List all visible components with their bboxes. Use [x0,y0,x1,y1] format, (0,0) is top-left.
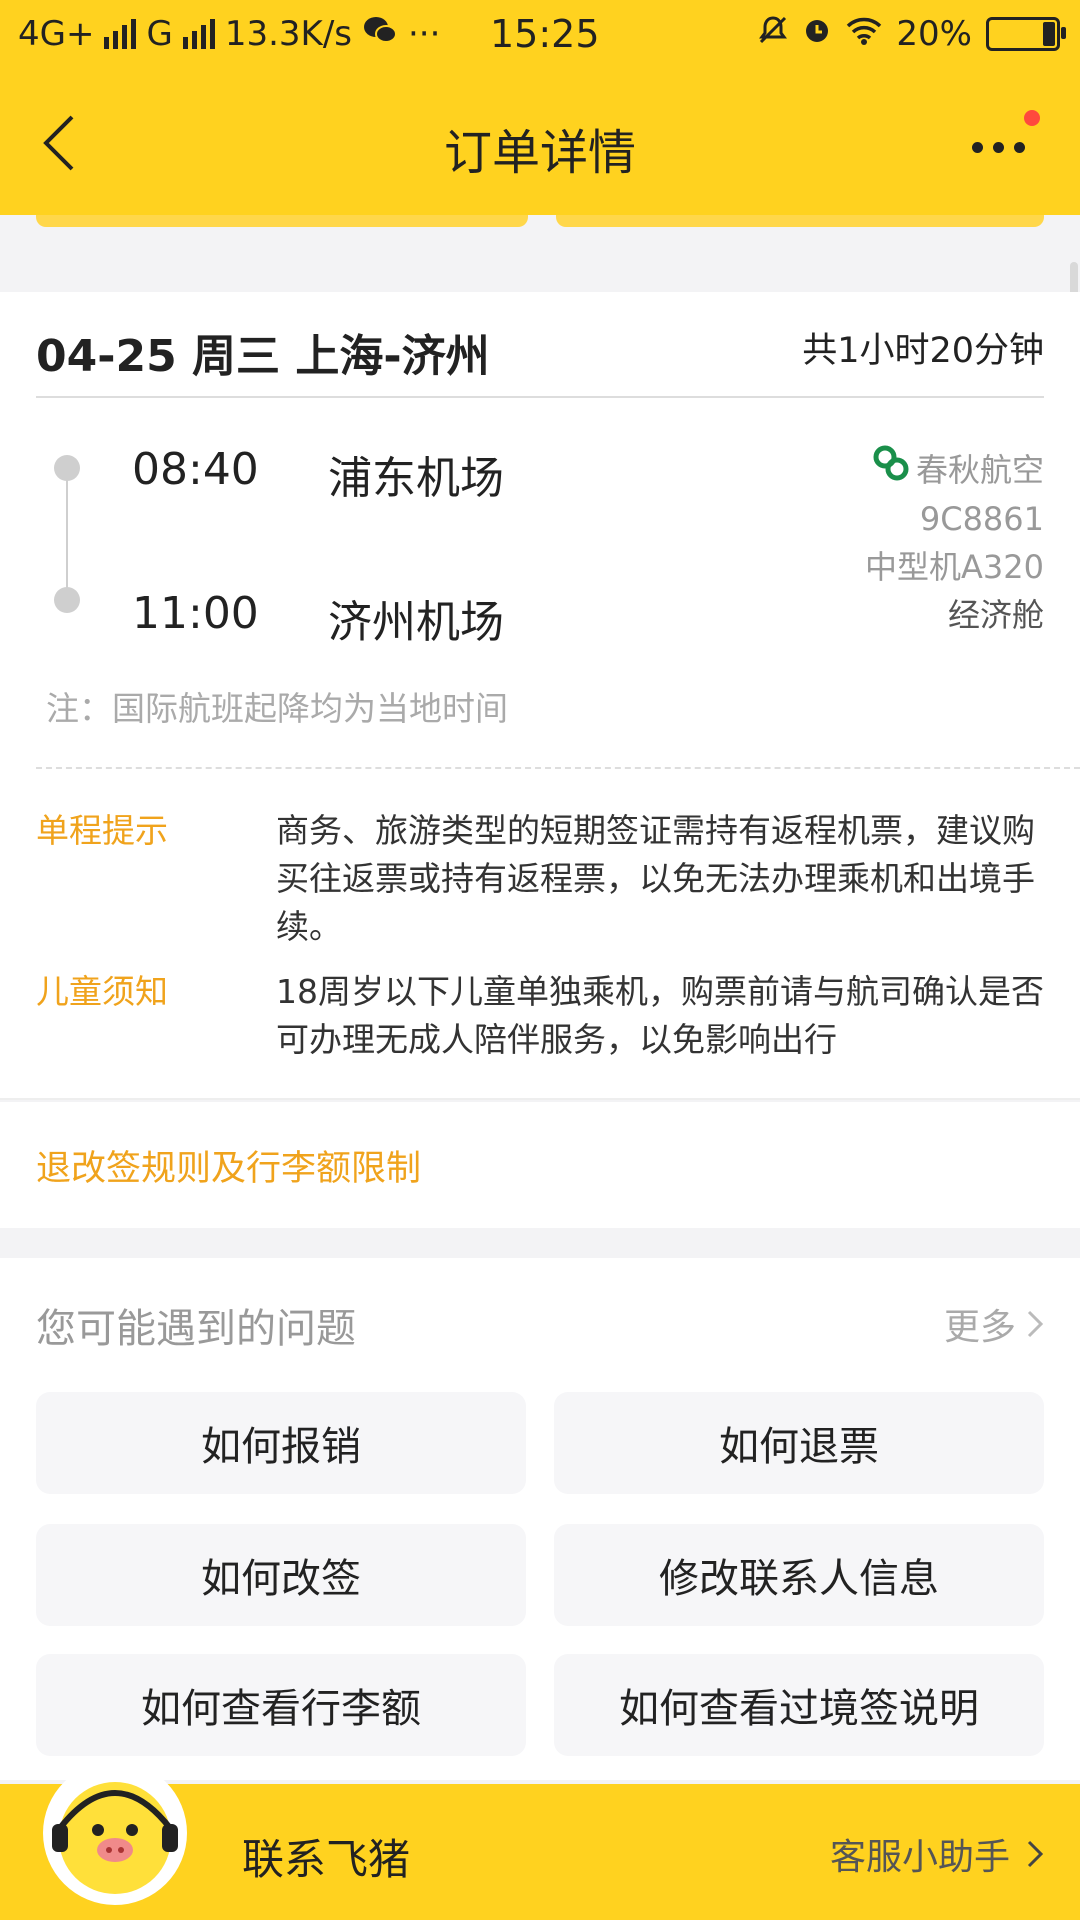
contact-fliggy-label[interactable]: 联系飞猪 [242,1826,410,1887]
faq-button-transit-visa[interactable]: 如何查看过境签说明 [554,1654,1044,1756]
child-tip: 儿童须知 18周岁以下儿童单独乘机，购票前请与航司确认是否可办理无成人陪伴服务，… [36,968,1044,1064]
battery-icon [986,17,1066,51]
network-type-label: 4G+ [18,14,95,54]
airline-row: 春秋航空 [865,444,1044,495]
faq-title: 您可能遇到的问题 [36,1306,356,1352]
bottom-contact-bar[interactable]: 联系飞猪 客服小助手 [0,1761,1080,1920]
rules-link[interactable]: 退改签规则及行李额限制 [36,1140,421,1191]
airline-logo-icon [872,444,910,495]
chevron-right-icon [1027,1310,1044,1338]
collapsed-action-right[interactable] [556,215,1044,227]
arrival-time: 11:00 [132,588,259,639]
divider [0,1098,1080,1100]
more-notifications-icon: ··· [408,14,441,54]
network-speed: 13.3K/s [224,14,352,54]
notification-badge [1024,110,1040,126]
dashed-divider [36,767,1080,769]
divider [36,396,1044,398]
timeline-line [66,473,68,595]
more-dots-icon [972,142,983,153]
wechat-icon [362,14,398,54]
faq-button-edit-contact[interactable]: 修改联系人信息 [554,1524,1044,1626]
status-time: 15:25 [490,12,600,56]
signal-icon-secondary [182,19,215,49]
battery-percent: 20% [896,14,972,54]
departure-airport: 浦东机场 [328,453,504,504]
tip-text: 商务、旅游类型的短期签证需持有返程机票，建议购买往返票或持有返程票，以免无法办理… [276,811,1035,946]
flight-card: 04-25 周三 上海-济州 共1小时20分钟 08:40 浦东机场 11:00… [0,292,1080,1100]
cabin-class: 经济舱 [947,596,1044,634]
flight-duration: 共1小时20分钟 [802,331,1044,371]
rules-link-row[interactable]: 退改签规则及行李额限制 [0,1102,1080,1228]
faq-more-label: 更多 [943,1307,1016,1348]
airline-info: 春秋航空 9C8861 中型机A320 经济舱 [865,444,1044,639]
faq-more-link[interactable]: 更多 [944,1298,1044,1350]
wifi-icon [846,14,882,54]
status-right: 20% [758,14,1066,54]
assistant-label: 客服小助手 [829,1837,1010,1878]
page-title: 订单详情 [443,125,636,181]
mute-icon [758,14,788,54]
faq-button-change[interactable]: 如何改签 [36,1524,526,1626]
more-dot [1014,142,1025,153]
status-bar: 4G+ G 13.3K/s ··· 15:25 20% [0,0,1080,75]
status-left: 4G+ G 13.3K/s ··· [18,14,440,54]
network-type-secondary: G [146,14,173,54]
arrival-airport: 济州机场 [328,597,504,648]
faq-button-reimburse[interactable]: 如何报销 [36,1392,526,1494]
title-bar: 订单详情 [0,75,1080,215]
flight-timeline [54,455,80,613]
top-bar: 4G+ G 13.3K/s ··· 15:25 20% 订单详情 [0,0,1080,215]
faq-button-baggage[interactable]: 如何查看行李额 [36,1654,526,1756]
faq-button-refund[interactable]: 如何退票 [554,1392,1044,1494]
tip-label: 儿童须知 [36,972,168,1011]
tip-label: 单程提示 [36,811,168,850]
fliggy-mascot-avatar [40,1758,190,1908]
aircraft-type: 中型机A320 [865,548,1044,586]
chevron-right-icon [1027,1840,1044,1868]
faq-section: 您可能遇到的问题 更多 如何报销 如何退票 如何改签 修改联系人信息 如何查看行… [0,1258,1080,1780]
oneway-tip: 单程提示 商务、旅游类型的短期签证需持有返程机票，建议购买往返票或持有返程票，以… [36,807,1044,951]
departure-time: 08:40 [132,444,259,495]
alarm-icon [802,14,832,54]
customer-service-assistant[interactable]: 客服小助手 [830,1828,1044,1880]
airline-name: 春秋航空 [915,450,1044,489]
more-dot [993,142,1004,153]
route-title: 04-25 周三 上海-济州 [36,331,490,382]
arrival-dot [54,587,80,613]
collapsed-action-left[interactable] [36,215,528,227]
flight-number: 9C8861 [919,500,1044,538]
timezone-note: 注：国际航班起降均为当地时间 [46,689,508,728]
more-menu-button[interactable] [972,110,1040,160]
signal-icon [104,19,137,49]
tip-text: 18周岁以下儿童单独乘机，购票前请与航司确认是否可办理无成人陪伴服务，以免影响出… [276,972,1044,1059]
